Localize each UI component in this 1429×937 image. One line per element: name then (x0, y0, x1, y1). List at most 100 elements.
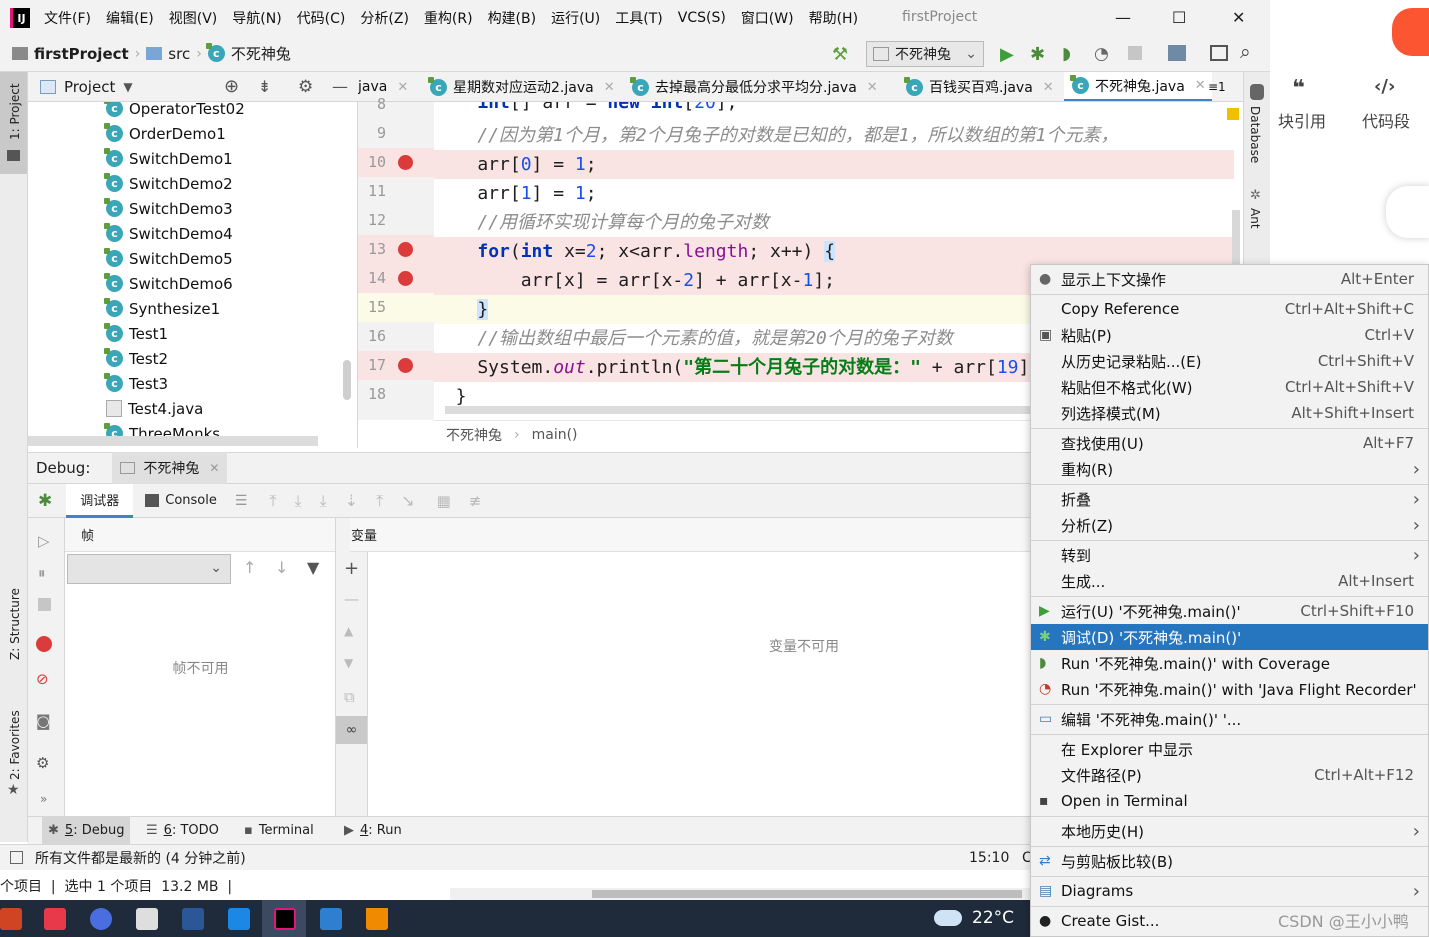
tree-item[interactable]: c Test1 (104, 321, 168, 346)
gear-icon[interactable]: ⚙ (298, 77, 313, 97)
menu-item[interactable]: VCS(S) (678, 10, 726, 26)
close-icon[interactable]: ✕ (604, 80, 615, 95)
show-execution-point-icon[interactable]: ⤒ (269, 491, 276, 511)
menu-item[interactable]: 工具(T) (615, 8, 662, 28)
profiler-icon[interactable]: ◔ (1094, 44, 1109, 64)
tree-hscrollbar[interactable] (28, 436, 318, 446)
breakpoint-icon[interactable] (398, 358, 413, 373)
tree-item[interactable]: c SwitchDemo6 (104, 271, 233, 296)
layout-icon[interactable]: ☰ (235, 493, 248, 509)
breakpoint-icon[interactable] (398, 271, 413, 286)
debug-bug-icon[interactable]: ✱ (38, 491, 52, 511)
bottom-tab[interactable]: ☰ 6: TODO (146, 817, 219, 844)
debug-icon[interactable]: ✱ (1030, 44, 1045, 65)
structure-tool-label[interactable]: Z: Structure (8, 588, 22, 660)
context-menu-item[interactable]: ◗ Run '不死神兔.main()' with Coverage (1031, 650, 1428, 676)
line-number[interactable]: 12 (358, 211, 386, 229)
context-menu-item[interactable]: ▪ Open in Terminal (1031, 788, 1428, 814)
tab-console[interactable]: Console (133, 484, 229, 518)
notepad-icon[interactable] (136, 908, 158, 930)
tree-item[interactable]: c OrderDemo1 (104, 121, 226, 146)
menu-item[interactable]: 代码(C) (297, 8, 346, 28)
context-menu-item[interactable]: 列选择模式(M) Alt+Shift+Insert (1031, 400, 1428, 426)
context-menu-item[interactable]: Copy Reference Ctrl+Alt+Shift+C (1031, 296, 1428, 322)
line-number[interactable]: 18 (358, 385, 386, 403)
context-menu-item[interactable]: ◔ Run '不死神兔.main()' with 'Java Flight Rec… (1031, 676, 1428, 702)
database-tool-label[interactable]: Database (1248, 106, 1262, 163)
run-config-select[interactable]: 不死神兔 ⌄ (866, 41, 984, 67)
context-menu-item[interactable]: 从历史记录粘贴...(E) Ctrl+Shift+V (1031, 348, 1428, 374)
tree-item[interactable]: c SwitchDemo2 (104, 171, 233, 196)
line-number[interactable]: 14 (358, 269, 386, 287)
move-down-icon[interactable]: ▼ (344, 656, 353, 670)
tree-item[interactable]: Test4.java (106, 396, 203, 421)
thread-select[interactable]: ⌄ (67, 554, 231, 584)
close-icon[interactable]: ✕ (867, 80, 878, 95)
trace-icon[interactable]: ≢ (469, 492, 482, 510)
gear-icon[interactable]: ⚙ (36, 754, 49, 772)
breadcrumb-class[interactable]: 不死神兔 (446, 425, 502, 445)
build-hammer-icon[interactable]: ⚒ (832, 44, 848, 65)
move-up-icon[interactable]: ▲ (344, 624, 353, 638)
quote-icon[interactable]: ❝ (1292, 76, 1305, 101)
watches-toggle-icon[interactable]: ∞ (336, 716, 367, 744)
bottom-tab[interactable]: ▪ Terminal (244, 817, 314, 844)
step-over-icon[interactable]: ⤓ (295, 491, 302, 511)
remove-watch-icon[interactable]: — (344, 590, 359, 608)
filter-icon[interactable]: ▼ (307, 558, 319, 577)
menu-item[interactable]: 帮助(H) (809, 8, 858, 28)
next-frame-icon[interactable]: ↓ (275, 558, 288, 577)
feishu-icon[interactable] (228, 908, 250, 930)
step-into-icon[interactable]: ⤓ (320, 491, 327, 511)
editor-tab[interactable]: c 不死神兔.java ✕ (1064, 72, 1212, 101)
maximize-button[interactable]: ☐ (1172, 8, 1186, 27)
editor-scrollbar[interactable] (1232, 210, 1240, 265)
editor-hscrollbar[interactable] (445, 406, 1030, 414)
context-menu-item[interactable]: ● 显示上下文操作 Alt+Enter (1031, 266, 1428, 292)
force-step-into-icon[interactable]: ⇣ (345, 491, 358, 510)
context-menu-item[interactable]: ▣ 粘贴(P) Ctrl+V (1031, 322, 1428, 348)
step-out-icon[interactable]: ⤒ (376, 491, 383, 511)
menu-item[interactable]: 分析(Z) (360, 8, 409, 28)
intellij-icon[interactable] (274, 908, 296, 930)
breakpoint-icon[interactable] (398, 155, 413, 170)
ant-tool-label[interactable]: Ant (1248, 208, 1262, 229)
code-label[interactable]: 代码段 (1362, 108, 1410, 132)
terminal-window-icon[interactable] (1210, 45, 1228, 61)
camera-icon[interactable]: ◙ (36, 712, 51, 730)
favorites-tool-label[interactable]: 2: Favorites (8, 710, 22, 780)
context-menu-item[interactable]: 查找使用(U) Alt+F7 (1031, 430, 1428, 456)
tree-item[interactable]: c SwitchDemo5 (104, 246, 233, 271)
breadcrumb-method[interactable]: main() (532, 427, 578, 443)
context-menu-item[interactable]: 生成... Alt+Insert (1031, 568, 1428, 594)
debug-session-tab[interactable]: 不死神兔 ✕ (112, 452, 228, 484)
context-menu-item[interactable]: ▭ 编辑 '不死神兔.main()' '... (1031, 706, 1428, 732)
tree-item[interactable]: c SwitchDemo1 (104, 146, 233, 171)
coverage-icon[interactable]: ◗ (1062, 44, 1071, 64)
tree-item[interactable]: c Test3 (104, 371, 168, 396)
breakpoint-icon[interactable] (398, 242, 413, 257)
menu-item[interactable]: 编辑(E) (106, 8, 154, 28)
line-number[interactable]: 10 (358, 153, 386, 171)
context-menu-item[interactable]: 折叠 › (1031, 486, 1428, 512)
locate-icon[interactable]: ⊕ (224, 76, 239, 97)
hide-icon[interactable]: — (332, 77, 348, 96)
chevron-down-icon[interactable]: ▼ (123, 80, 132, 94)
line-number[interactable]: 16 (358, 327, 386, 345)
context-menu-item[interactable]: ▤ Diagrams › (1031, 878, 1428, 904)
explorer-scrollbar-thumb[interactable] (592, 890, 1022, 898)
more-icon[interactable]: » (40, 792, 47, 806)
tab-list-button[interactable]: ≡1 (1208, 72, 1226, 101)
line-number[interactable]: 11 (358, 182, 386, 200)
project-tool-label[interactable]: 1: Project (8, 83, 22, 140)
line-number[interactable]: 13 (358, 240, 386, 258)
breadcrumb-file[interactable]: 不死神兔 (231, 43, 291, 64)
editor-warning-marker[interactable] (1227, 108, 1239, 120)
tab-debugger[interactable]: 调试器 (66, 483, 134, 518)
context-menu-item[interactable]: ⇄ 与剪贴板比较(B) (1031, 848, 1428, 874)
context-menu-item[interactable]: ▶ 运行(U) '不死神兔.main()' Ctrl+Shift+F10 (1031, 598, 1428, 624)
collapse-all-icon[interactable]: ⇟ (258, 77, 271, 96)
mute-breakpoints-icon[interactable]: ⊘ (36, 670, 49, 688)
project-panel-title[interactable]: Project (64, 78, 115, 96)
menu-item[interactable]: 视图(V) (169, 8, 218, 28)
